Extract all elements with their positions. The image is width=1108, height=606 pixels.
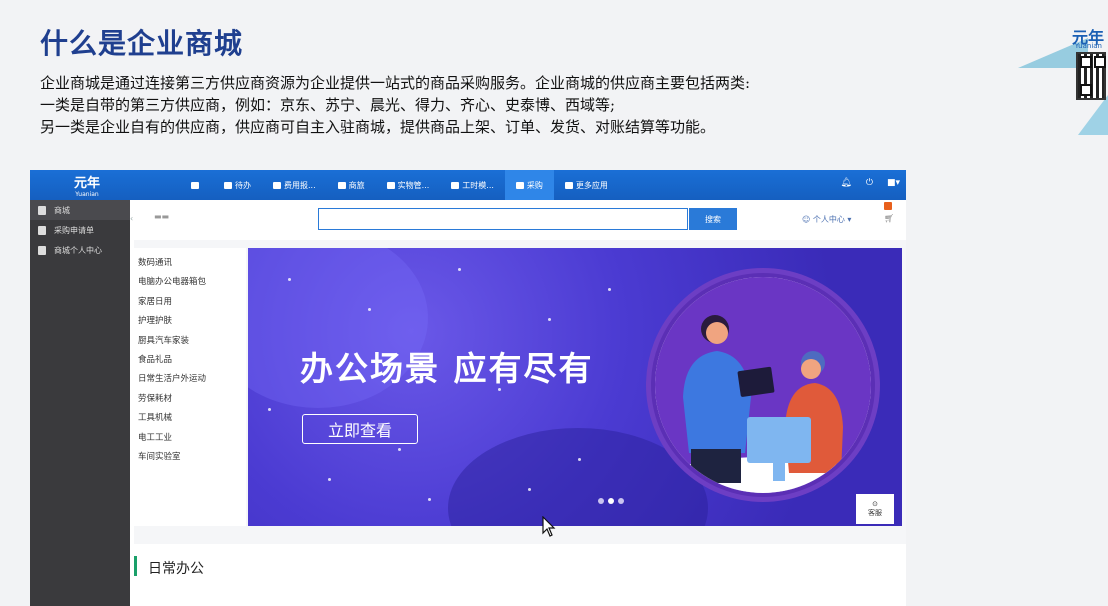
- category-item[interactable]: 电脑办公电器箱包: [134, 275, 246, 294]
- category-item[interactable]: 劳保耗材: [134, 392, 246, 411]
- brand-logo-sub: Yuanian: [1074, 42, 1102, 50]
- view-now-button[interactable]: 立即查看: [302, 414, 418, 444]
- nav-home[interactable]: [180, 170, 213, 200]
- category-item[interactable]: 厨具汽车家装: [134, 334, 246, 353]
- desc-line: 企业商城是通过连接第三方供应商资源为企业提供一站式的商品采购服务。企业商城的供应…: [40, 74, 751, 92]
- app-screenshot: 元年 Yuanian 待办 费用报... 商旅 实物管... 工时模... 采购…: [30, 170, 906, 606]
- user-center-label: 个人中心: [812, 215, 845, 224]
- nav-label: 待办: [235, 180, 251, 190]
- headset-icon: ⊙: [872, 500, 878, 508]
- nav-expense[interactable]: 费用报...: [262, 170, 327, 200]
- customer-service-button[interactable]: ⊙ 客服: [856, 494, 894, 524]
- desc-line: 一类是自带的第三方供应商，例如：京东、苏宁、晨光、得力、齐心、史泰博、西域等;: [40, 96, 616, 114]
- bell-icon[interactable]: 🔔︎: [840, 178, 851, 188]
- nav-label: 商旅: [348, 180, 365, 190]
- corner-decoration: 元年 Yuanian: [998, 0, 1108, 150]
- asset-icon: [386, 181, 395, 189]
- section-accent: [134, 556, 137, 576]
- category-item[interactable]: 数码通讯: [134, 256, 246, 275]
- nav-label: 费用报...: [284, 180, 316, 190]
- search-button[interactable]: 搜索: [689, 208, 737, 230]
- travel-icon: [337, 181, 346, 189]
- apps-icon: [564, 181, 573, 189]
- slide-title: 什么是企业商城: [40, 27, 244, 60]
- category-item[interactable]: 食品礼品: [134, 353, 246, 372]
- cart-icon[interactable]: 🛒︎: [884, 214, 894, 223]
- sidebar-item-label: 采购申请单: [54, 225, 94, 235]
- home-icon: [191, 181, 199, 189]
- sidebar-item-purchase-request[interactable]: 采购申请单: [30, 220, 130, 240]
- slide-description: 企业商城是通过连接第三方供应商资源为企业提供一站式的商品采购服务。企业商城的供应…: [40, 72, 900, 138]
- app-logo-text: 元年: [74, 176, 101, 191]
- expense-icon: [273, 181, 281, 189]
- nav-label: 实物管...: [397, 180, 430, 190]
- pager-dot[interactable]: [618, 498, 624, 504]
- site-logo: ▬▬: [154, 212, 170, 221]
- nav-timesheet[interactable]: 工时模...: [440, 170, 505, 200]
- pager-dot[interactable]: [608, 498, 614, 504]
- collapse-icon[interactable]: ‹: [130, 214, 133, 223]
- qr-code-icon: [1076, 52, 1106, 100]
- avatar[interactable]: ■▾: [887, 178, 900, 188]
- nav-more-apps[interactable]: 更多应用: [554, 170, 619, 200]
- document-icon: [38, 245, 46, 255]
- nav-label: 采购: [526, 180, 543, 190]
- mall-header: ▬▬ 搜索 ☺ 个人中心 ▾ 🛒︎: [134, 200, 906, 240]
- sidebar: 商城 采购申请单 商城个人中心: [30, 200, 130, 606]
- category-item[interactable]: 电工工业: [134, 431, 246, 450]
- purchase-icon: [515, 181, 524, 189]
- sidebar-item-label: 商城个人中心: [54, 245, 102, 255]
- category-item[interactable]: 护理护肤: [134, 314, 246, 333]
- nav-purchase[interactable]: 采购: [504, 170, 554, 200]
- category-item[interactable]: 车间实验室: [134, 450, 246, 469]
- nav-asset[interactable]: 实物管...: [376, 170, 441, 200]
- top-navbar: 元年 Yuanian 待办 费用报... 商旅 实物管... 工时模... 采购…: [30, 170, 906, 200]
- category-item[interactable]: 日常生活户外运动: [134, 372, 246, 391]
- sidebar-item-personal-center[interactable]: 商城个人中心: [30, 240, 130, 260]
- category-list: 数码通讯 电脑办公电器箱包 家居日用 护理护肤 厨具汽车家装 食品礼品 日常生活…: [134, 248, 246, 526]
- document-icon: [38, 225, 46, 235]
- decor-triangle: [1078, 95, 1108, 135]
- app-logo[interactable]: 元年 Yuanian: [74, 172, 100, 198]
- search-input[interactable]: [318, 208, 688, 230]
- document-icon: [38, 205, 46, 215]
- banner-illustration: [646, 268, 880, 502]
- todo-icon: [224, 181, 232, 189]
- carousel-pager: [598, 498, 624, 504]
- nav-travel[interactable]: 商旅: [327, 170, 376, 200]
- section-title: 日常办公: [148, 561, 204, 577]
- mall-main: ▬▬ 搜索 ☺ 个人中心 ▾ 🛒︎ 数码通讯 电脑办公电器箱包 家居日用 护理护…: [134, 200, 906, 606]
- pager-dot[interactable]: [598, 498, 604, 504]
- app-logo-sub: Yuanian: [75, 191, 99, 198]
- power-icon[interactable]: ⏻: [866, 178, 873, 188]
- category-item[interactable]: 家居日用: [134, 295, 246, 314]
- nav-label: 工时模...: [462, 180, 494, 190]
- daily-office-section: 日常办公: [134, 544, 906, 606]
- sidebar-item-label: 商城: [54, 205, 70, 215]
- mouse-cursor-icon: [542, 516, 556, 537]
- banner-title: 办公场景 应有尽有: [300, 349, 594, 388]
- nav-todo[interactable]: 待办: [213, 170, 262, 200]
- timesheet-icon: [451, 181, 460, 189]
- cart-badge: [884, 202, 892, 210]
- user-center-menu[interactable]: ☺ 个人中心 ▾: [802, 214, 851, 225]
- sidebar-item-mall[interactable]: 商城: [30, 200, 130, 220]
- category-item[interactable]: 工具机械: [134, 411, 246, 430]
- office-people-illustration: [655, 277, 871, 493]
- nav-label: 更多应用: [575, 180, 608, 190]
- promo-banner[interactable]: 办公场景 应有尽有 立即查看 ⊙ 客服: [248, 248, 902, 526]
- desc-line: 另一类是企业自有的供应商，供应商可自主入驻商城，提供商品上架、订单、发货、对账结…: [40, 118, 716, 136]
- service-label: 客服: [868, 509, 882, 517]
